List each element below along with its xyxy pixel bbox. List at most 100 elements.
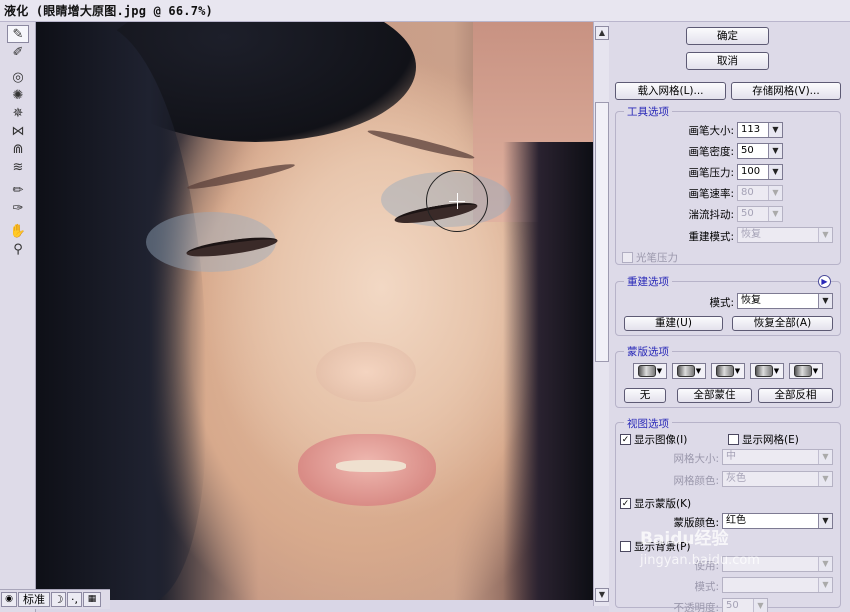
- brush-size-field[interactable]: 113 ▼: [737, 122, 783, 138]
- chevron-down-icon: ▼: [818, 472, 832, 486]
- twirl-clockwise-tool-icon[interactable]: ◎: [7, 68, 29, 86]
- load-mesh-button[interactable]: 载入网格(L)...: [615, 82, 726, 100]
- show-mask-checkbox[interactable]: ✓ 显示蒙版(K): [620, 496, 691, 511]
- chevron-down-icon[interactable]: ▼: [768, 165, 782, 179]
- check-icon: ✓: [620, 434, 631, 445]
- chevron-down-icon[interactable]: ▼: [768, 123, 782, 137]
- chevron-down-icon: ▼: [753, 599, 767, 612]
- hand-tool-icon[interactable]: ✋: [7, 222, 29, 240]
- chevron-down-icon: ▼: [818, 228, 832, 242]
- invert-selection-icon[interactable]: ▼: [789, 363, 823, 379]
- add-to-selection-icon[interactable]: ▼: [672, 363, 706, 379]
- turbulence-tool-icon[interactable]: ≋: [7, 158, 29, 176]
- replace-selection-icon[interactable]: ▼: [633, 363, 667, 379]
- brush-density-field[interactable]: 50 ▼: [737, 143, 783, 159]
- info-icon[interactable]: ▶: [818, 275, 831, 288]
- chevron-down-icon[interactable]: ▼: [768, 144, 782, 158]
- brush-pressure-value: 100: [741, 166, 761, 177]
- mask-none-button[interactable]: 无: [624, 388, 666, 403]
- dots-icon[interactable]: ·,: [67, 592, 82, 607]
- brush-size-value: 113: [741, 124, 761, 135]
- invert-all-button[interactable]: 全部反相: [758, 388, 833, 403]
- checkbox-box: [622, 252, 633, 263]
- opacity-value: 50: [726, 600, 739, 611]
- chevron-down-icon[interactable]: ▼: [818, 514, 832, 528]
- mask-all-button[interactable]: 全部蒙住: [677, 388, 752, 403]
- brush-pressure-field[interactable]: 100 ▼: [737, 164, 783, 180]
- brush-rate-label: 画笔速率:: [688, 188, 734, 200]
- view-options-legend: 视图选项: [624, 416, 672, 431]
- turbulent-jitter-value: 50: [741, 208, 754, 219]
- scroll-thumb[interactable]: [595, 102, 609, 362]
- mesh-color-label: 网格颜色:: [673, 475, 719, 487]
- image-canvas[interactable]: [36, 22, 593, 600]
- stylus-pressure-label: 光笔压力: [636, 252, 678, 264]
- chevron-down-icon: ▼: [768, 207, 782, 221]
- brush-density-label: 画笔密度:: [688, 146, 734, 158]
- reconstruct-options-legend: 重建选项: [624, 274, 672, 289]
- title-bar: 液化 (眼睛增大原图.jpg @ 66.7%): [0, 0, 850, 22]
- reconstruct-button[interactable]: 重建(U): [624, 316, 723, 331]
- save-mesh-button[interactable]: 存储网格(V)...: [731, 82, 841, 100]
- bloat-tool-icon[interactable]: ✵: [7, 104, 29, 122]
- scroll-down-arrow-icon[interactable]: ▼: [595, 588, 609, 602]
- chevron-down-icon: ▼: [818, 557, 832, 571]
- brush-rate-value: 80: [741, 187, 754, 198]
- subtract-from-selection-icon[interactable]: ▼: [711, 363, 745, 379]
- cancel-button[interactable]: 取消: [686, 52, 769, 70]
- reconstruct-mode-select-2[interactable]: 恢复 ▼: [737, 293, 833, 309]
- keyboard-icon[interactable]: ▦: [83, 592, 101, 607]
- mesh-size-value: 中: [726, 451, 736, 462]
- status-bar: ◉ 标准 ☽ ·, ▦: [0, 589, 110, 609]
- mesh-color-value: 灰色: [726, 473, 746, 484]
- watermark-url: jingyan.baidu.com: [640, 553, 760, 568]
- backdrop-mode-select: ▼: [722, 577, 833, 593]
- show-mesh-label: 显示网格(E): [742, 434, 799, 446]
- opacity-label: 不透明度:: [673, 602, 719, 612]
- thaw-mask-tool-icon[interactable]: ✑: [7, 199, 29, 217]
- chevron-down-icon[interactable]: ▼: [818, 294, 832, 308]
- baidu-watermark: Baidu经验 jingyan.baidu.com: [640, 524, 760, 568]
- window-title: 液化 (眼睛增大原图.jpg @ 66.7%): [4, 4, 213, 18]
- reconstruct-mode-select: 恢复 ▼: [737, 227, 833, 243]
- brush-rate-field: 80 ▼: [737, 185, 783, 201]
- show-image-checkbox[interactable]: ✓ 显示图像(I): [620, 432, 687, 447]
- view-mode-label[interactable]: 标准: [18, 592, 50, 607]
- crosshair-vertical: [457, 193, 458, 209]
- turbulent-jitter-field: 50 ▼: [737, 206, 783, 222]
- zoom-tool-icon[interactable]: ⚲: [7, 240, 29, 258]
- show-mask-label: 显示蒙版(K): [634, 498, 692, 510]
- freeze-mask-tool-icon[interactable]: ✏: [7, 181, 29, 199]
- show-mesh-checkbox[interactable]: 显示网格(E): [728, 432, 799, 447]
- chevron-down-icon: ▼: [768, 186, 782, 200]
- reconstruct-mode-label: 重建模式:: [688, 231, 734, 243]
- push-left-tool-icon[interactable]: ⋈: [7, 122, 29, 140]
- mask-mode-buttons: ▼ ▼ ▼ ▼ ▼: [633, 363, 833, 379]
- backdrop-mode-label: 模式:: [694, 581, 719, 593]
- checkbox-box: [620, 541, 631, 552]
- ok-button[interactable]: 确定: [686, 27, 769, 45]
- vertical-scrollbar[interactable]: ▲ ▼: [593, 22, 609, 606]
- mesh-size-select: 中 ▼: [722, 449, 833, 465]
- pucker-tool-icon[interactable]: ✺: [7, 86, 29, 104]
- check-icon: ✓: [620, 498, 631, 509]
- mirror-tool-icon[interactable]: ⋒: [7, 140, 29, 158]
- palette-icon[interactable]: ◉: [1, 592, 17, 607]
- stylus-pressure-checkbox: 光笔压力: [622, 250, 678, 265]
- brush-pressure-label: 画笔压力:: [688, 167, 734, 179]
- left-eyebrow: [186, 160, 296, 193]
- moon-icon[interactable]: ☽: [51, 592, 66, 607]
- right-eyebrow: [366, 126, 476, 163]
- turbulent-jitter-label: 湍流抖动:: [688, 209, 734, 221]
- reconstruct-mode-label-2: 模式:: [709, 297, 734, 309]
- forward-warp-tool-icon[interactable]: ✎: [7, 25, 29, 43]
- brush-density-value: 50: [741, 145, 754, 156]
- tool-options-legend: 工具选项: [624, 104, 672, 119]
- tool-palette: ✎ ✐ ◎ ✺ ✵ ⋈ ⋒ ≋ ✏ ✑ ✋ ⚲: [0, 22, 36, 612]
- chevron-down-icon: ▼: [818, 450, 832, 464]
- watermark-brand: Baidu经验: [640, 529, 729, 549]
- reconstruct-tool-icon[interactable]: ✐: [7, 43, 29, 61]
- restore-all-button[interactable]: 恢复全部(A): [732, 316, 833, 331]
- scroll-up-arrow-icon[interactable]: ▲: [595, 26, 609, 40]
- intersect-selection-icon[interactable]: ▼: [750, 363, 784, 379]
